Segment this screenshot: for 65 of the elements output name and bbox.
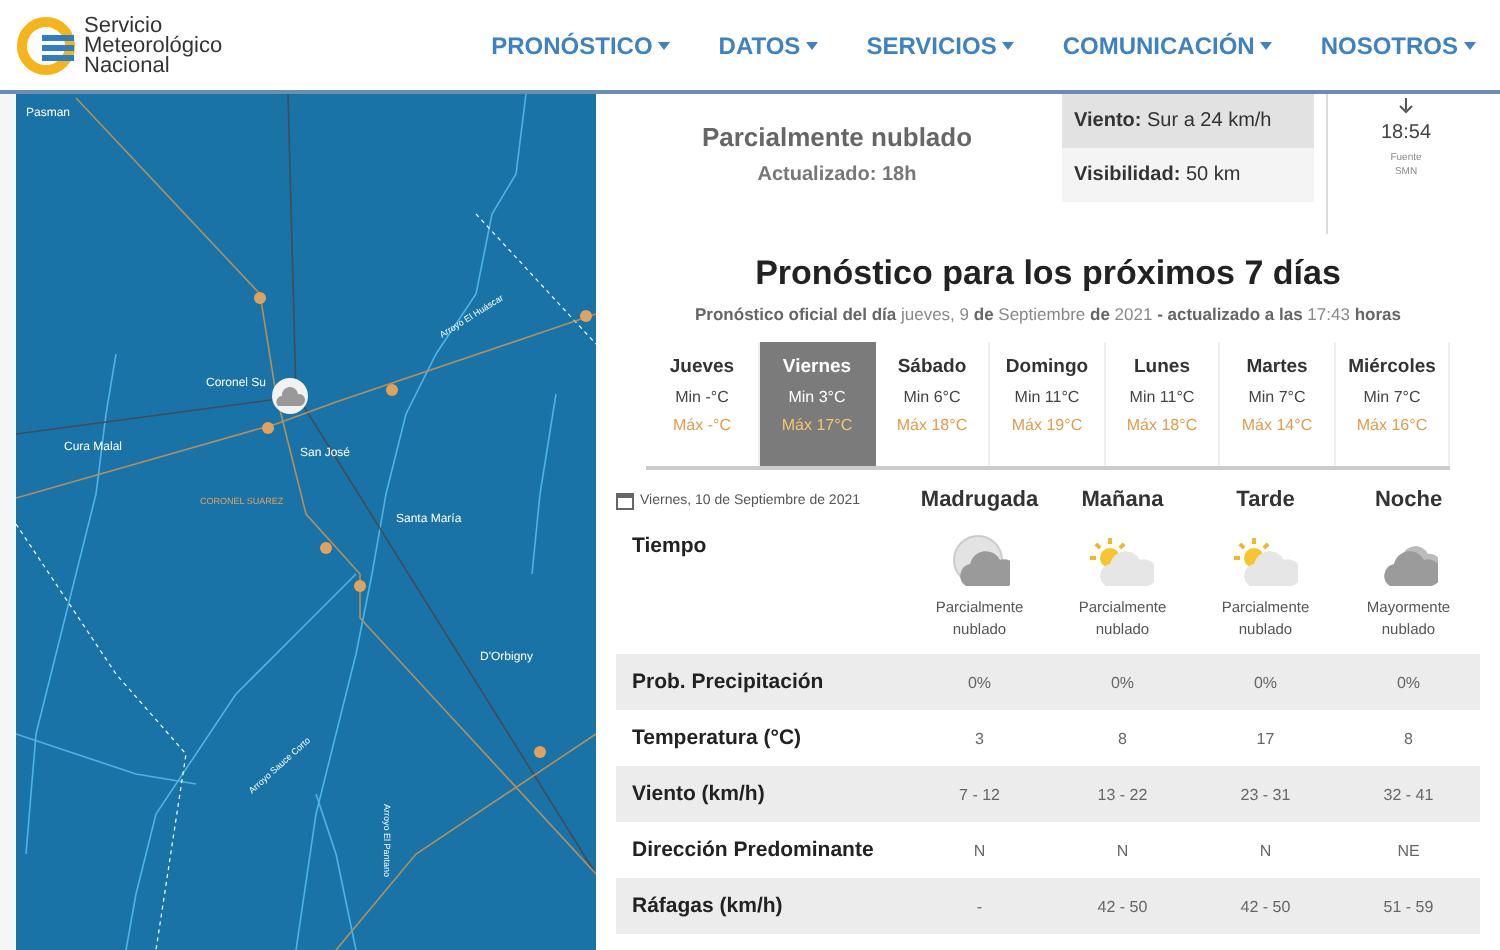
forecast-subtitle: Pronóstico oficial del día jueves, 9 de Septiembre de 2021 - actualizado a las 17:43 horas <box>695 304 1401 324</box>
table-cell: 0% <box>908 654 1051 710</box>
table-cell-text: N <box>1114 839 1131 863</box>
route-marker-icon <box>386 384 398 396</box>
nav-link[interactable]: COMUNICACIÓN <box>1062 31 1273 59</box>
table-cell-text: N <box>1257 839 1274 863</box>
table-cell: 7 - 12 <box>908 766 1051 822</box>
table-cell: 42 - 50 <box>1194 878 1337 934</box>
row-label: Ráfagas (km/h) <box>616 878 908 934</box>
route-marker-icon <box>354 580 366 592</box>
sun-cloud-icon <box>1233 534 1298 590</box>
visibility-info: Visibilidad: 50 km <box>1062 148 1314 202</box>
logo-text: Servicio <box>84 15 163 35</box>
route-marker-icon <box>534 746 546 758</box>
caret-icon <box>1464 41 1476 49</box>
caret-icon <box>1002 41 1015 49</box>
table-cell-text: 8 <box>1402 727 1415 751</box>
time-text: 18:54 <box>1380 122 1432 144</box>
table-cell: 0% <box>1051 654 1194 710</box>
caret-icon <box>806 41 819 49</box>
period-heading: Madrugada <box>918 488 1041 512</box>
moon-cloud-icon <box>949 534 1010 590</box>
period-heading: Tarde <box>1234 488 1297 512</box>
logo-text: Meteorológico <box>84 35 223 55</box>
table-cell-text: N <box>971 839 988 863</box>
row-label: Viento (km/h) <box>616 766 908 822</box>
caret-icon <box>658 41 671 49</box>
route-marker-icon <box>262 422 274 434</box>
table-cell: 32 - 41 <box>1337 766 1480 822</box>
nav-link[interactable]: DATOS <box>718 31 819 59</box>
table-cell: 23 - 31 <box>1194 766 1337 822</box>
nav-link[interactable]: PRONÓSTICO <box>491 31 671 59</box>
row-label: Temperatura (°C) <box>630 724 804 754</box>
table-cell: 51 - 59 <box>1337 878 1480 934</box>
day-tab[interactable]: Viernes Min 3°C Máx 17°C <box>760 342 876 466</box>
table-cell-text: 8 <box>1116 727 1129 751</box>
table-cell-text: 17 <box>1254 727 1277 751</box>
row-label: Dirección Predominante <box>630 836 876 866</box>
table-cell-text: NE <box>1395 839 1422 863</box>
condition-text: Parcialmente nublado <box>701 122 973 152</box>
table-cell: - <box>908 878 1051 934</box>
route-marker-icon <box>254 292 266 304</box>
period-heading: Mañana <box>1079 488 1166 512</box>
row-label: Prob. Precipitación <box>616 654 908 710</box>
route-marker-icon <box>320 542 332 554</box>
calendar-icon <box>616 491 634 509</box>
nav-link[interactable]: NOSOTROS <box>1320 31 1476 59</box>
route-marker-icon <box>580 310 592 322</box>
table-cell-text: 3 <box>973 727 986 751</box>
location-marker-icon <box>272 378 308 414</box>
logo-icon <box>16 15 76 75</box>
table-cell: 0% <box>1337 654 1480 710</box>
forecast-title: Pronóstico para los próximos 7 días <box>755 254 1341 294</box>
row-label: Tiempo <box>630 532 709 562</box>
table-cell: 13 - 22 <box>1051 766 1194 822</box>
period-heading: Noche <box>1372 488 1445 512</box>
logo-text: Nacional <box>84 55 170 75</box>
sun-cloud-icon <box>1090 534 1155 590</box>
wind-info: Viento: Sur a 24 km/h <box>1062 94 1314 148</box>
arrow-down-icon <box>1398 98 1414 114</box>
caret-icon <box>1260 41 1273 49</box>
table-cell: 42 - 50 <box>1051 878 1194 934</box>
table-cell: 0% <box>1194 654 1337 710</box>
nav-link[interactable]: SERVICIOS <box>866 31 1015 59</box>
updated-text: Actualizado: 18h <box>757 164 917 186</box>
